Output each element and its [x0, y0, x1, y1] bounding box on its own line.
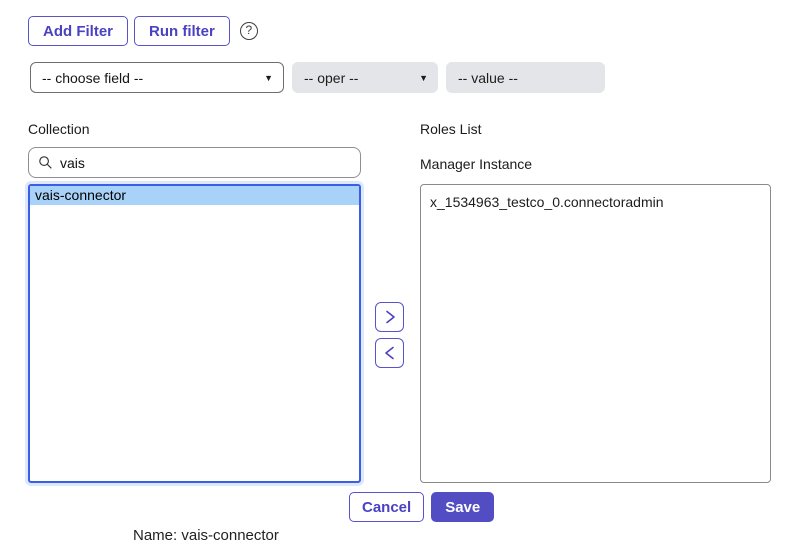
roles-list-label: Roles List — [420, 121, 481, 137]
collection-label: Collection — [28, 121, 89, 137]
list-item[interactable]: vais-connector — [30, 186, 359, 205]
chevron-down-icon: ▼ — [419, 72, 428, 82]
record-name-text: Name: vais-connector — [133, 527, 279, 544]
choose-field-select[interactable]: -- choose field -- ▼ — [30, 62, 284, 93]
manager-instance-label: Manager Instance — [420, 156, 532, 172]
value-field[interactable]: -- value -- — [446, 62, 605, 93]
add-filter-button[interactable]: Add Filter — [28, 16, 128, 46]
search-icon — [38, 155, 53, 170]
footer-actions: Cancel Save — [349, 492, 494, 522]
cancel-button[interactable]: Cancel — [349, 492, 424, 522]
collection-listbox[interactable]: vais-connector — [28, 184, 361, 483]
chevron-right-icon — [383, 309, 397, 325]
list-item[interactable]: x_1534963_testco_0.connectoradmin — [421, 185, 770, 214]
filter-toolbar: Add Filter Run filter ? — [28, 16, 258, 46]
chevron-left-icon — [383, 345, 397, 361]
chevron-down-icon: ▼ — [264, 72, 273, 82]
operator-select[interactable]: -- oper -- ▼ — [292, 62, 438, 93]
help-icon[interactable]: ? — [240, 22, 258, 40]
value-field-text: -- value -- — [458, 70, 518, 86]
move-left-button[interactable] — [375, 338, 404, 368]
filter-condition-row: -- choose field -- ▼ -- oper -- ▼ -- val… — [30, 62, 605, 93]
save-button[interactable]: Save — [431, 492, 494, 522]
roles-listbox[interactable]: x_1534963_testco_0.connectoradmin — [420, 184, 771, 483]
run-filter-button[interactable]: Run filter — [134, 16, 230, 46]
move-right-button[interactable] — [375, 302, 404, 332]
choose-field-value: -- choose field -- — [42, 70, 143, 86]
collection-search[interactable] — [28, 147, 361, 178]
operator-value: -- oper -- — [304, 70, 358, 86]
collection-search-input[interactable] — [60, 155, 352, 171]
